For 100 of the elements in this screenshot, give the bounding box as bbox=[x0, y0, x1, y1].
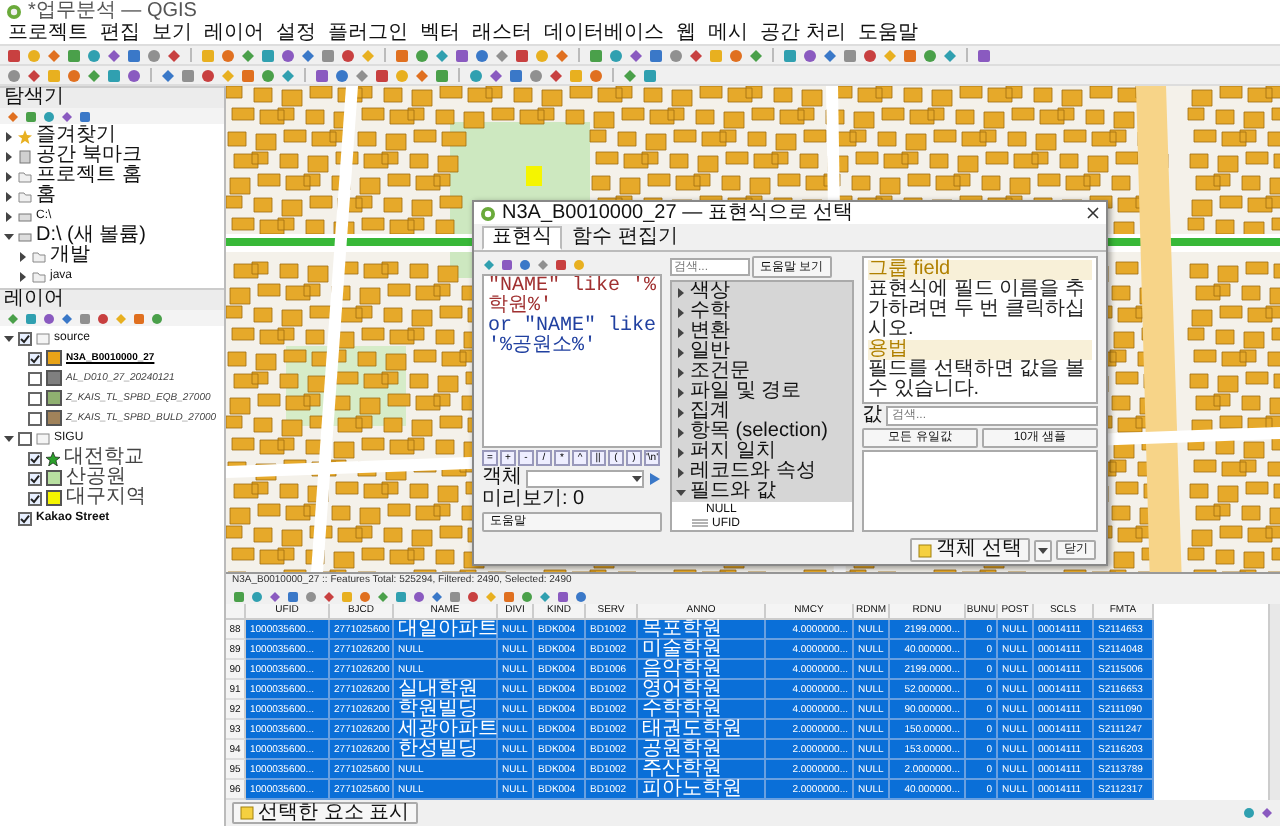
collapsed-caret-icon[interactable] bbox=[676, 307, 686, 317]
square-icon[interactable] bbox=[556, 589, 570, 603]
layer-name[interactable]: 대구지역 bbox=[66, 488, 146, 508]
circle-icon[interactable] bbox=[150, 311, 164, 325]
menu-item[interactable]: 데이터베이스 bbox=[544, 23, 664, 43]
square-icon[interactable] bbox=[448, 589, 462, 603]
tab[interactable]: 표현식 bbox=[482, 226, 562, 250]
circle-icon[interactable] bbox=[520, 589, 534, 603]
circle-icon[interactable] bbox=[668, 47, 684, 63]
square-icon[interactable] bbox=[180, 67, 196, 83]
checkbox[interactable] bbox=[18, 331, 32, 345]
circle-icon[interactable] bbox=[588, 67, 604, 83]
square-icon[interactable] bbox=[508, 67, 524, 83]
expression-editor[interactable]: "NAME" like '%학원%' or "NAME" like '%공원소%' bbox=[482, 274, 662, 448]
diamond-icon[interactable] bbox=[1260, 806, 1274, 820]
expanded-caret-icon[interactable] bbox=[4, 333, 14, 343]
square-icon[interactable] bbox=[286, 589, 300, 603]
collapsed-caret-icon[interactable] bbox=[676, 427, 686, 437]
collapsed-caret-icon[interactable] bbox=[4, 131, 14, 141]
tree-item[interactable]: 프로젝트 홈 bbox=[36, 166, 142, 186]
menu-item[interactable]: 메시 bbox=[708, 23, 748, 43]
menu-item[interactable]: 도움말 bbox=[857, 23, 918, 43]
circle-icon[interactable] bbox=[250, 589, 264, 603]
checkbox[interactable] bbox=[28, 351, 42, 365]
checkbox[interactable] bbox=[28, 411, 42, 425]
menu-item[interactable]: 래스터 bbox=[472, 23, 532, 43]
menu-item[interactable]: 웹 bbox=[676, 23, 696, 43]
menu-item[interactable]: 공간 처리 bbox=[760, 23, 846, 43]
square-icon[interactable] bbox=[502, 589, 516, 603]
collapsed-caret-icon[interactable] bbox=[4, 171, 14, 181]
feature-dropdown[interactable] bbox=[526, 469, 644, 487]
square-icon[interactable] bbox=[78, 311, 92, 325]
square-icon[interactable] bbox=[902, 47, 918, 63]
tree-item[interactable]: 공간 북마크 bbox=[36, 146, 142, 166]
square-icon[interactable] bbox=[500, 257, 514, 271]
circle-icon[interactable] bbox=[468, 67, 484, 83]
square-icon[interactable] bbox=[240, 67, 256, 83]
square-icon[interactable] bbox=[454, 47, 470, 63]
circle-icon[interactable] bbox=[862, 47, 878, 63]
layer-name[interactable]: 산공원 bbox=[66, 468, 126, 488]
square-icon[interactable] bbox=[24, 109, 38, 123]
circle-icon[interactable] bbox=[220, 47, 236, 63]
checkbox[interactable] bbox=[28, 371, 42, 385]
checkbox[interactable] bbox=[28, 451, 42, 465]
square-icon[interactable] bbox=[394, 589, 408, 603]
checkbox[interactable] bbox=[28, 391, 42, 405]
circle-icon[interactable] bbox=[802, 47, 818, 63]
square-icon[interactable] bbox=[554, 257, 568, 271]
collapsed-caret-icon[interactable] bbox=[676, 327, 686, 337]
circle-icon[interactable] bbox=[574, 589, 588, 603]
circle-icon[interactable] bbox=[86, 47, 102, 63]
square-icon[interactable] bbox=[132, 311, 146, 325]
menu-item[interactable]: 플러그인 bbox=[328, 23, 408, 43]
next-icon[interactable] bbox=[648, 471, 662, 485]
expanded-caret-icon[interactable] bbox=[4, 433, 14, 443]
menu-item[interactable]: 레이어 bbox=[204, 23, 264, 43]
circle-icon[interactable] bbox=[358, 589, 372, 603]
circle-icon[interactable] bbox=[66, 67, 82, 83]
collapsed-caret-icon[interactable] bbox=[676, 347, 686, 357]
collapsed-caret-icon[interactable] bbox=[676, 407, 686, 417]
square-icon[interactable] bbox=[260, 47, 276, 63]
collapsed-caret-icon[interactable] bbox=[676, 287, 686, 297]
square-icon[interactable] bbox=[126, 47, 142, 63]
close-icon[interactable] bbox=[1086, 206, 1100, 220]
expanded-caret-icon[interactable] bbox=[676, 487, 686, 497]
collapsed-caret-icon[interactable] bbox=[4, 151, 14, 161]
square-icon[interactable] bbox=[642, 67, 658, 83]
collapsed-caret-icon[interactable] bbox=[676, 447, 686, 457]
square-icon[interactable] bbox=[434, 67, 450, 83]
circle-icon[interactable] bbox=[922, 47, 938, 63]
circle-icon[interactable] bbox=[528, 67, 544, 83]
square-icon[interactable] bbox=[66, 47, 82, 63]
collapsed-caret-icon[interactable] bbox=[676, 467, 686, 477]
square-icon[interactable] bbox=[514, 47, 530, 63]
tab[interactable]: 함수 편집기 bbox=[562, 226, 688, 250]
circle-icon[interactable] bbox=[42, 109, 56, 123]
circle-icon[interactable] bbox=[334, 67, 350, 83]
tree-item[interactable]: D:\ (새 볼륨) bbox=[36, 226, 146, 246]
show-selected-button[interactable]: 선택한 요소 표시 bbox=[232, 802, 418, 824]
circle-icon[interactable] bbox=[474, 47, 490, 63]
circle-icon[interactable] bbox=[1242, 806, 1256, 820]
circle-icon[interactable] bbox=[466, 589, 480, 603]
square-icon[interactable] bbox=[106, 67, 122, 83]
square-icon[interactable] bbox=[782, 47, 798, 63]
menu-item[interactable]: 벡터 bbox=[420, 23, 460, 43]
square-icon[interactable] bbox=[6, 47, 22, 63]
circle-icon[interactable] bbox=[146, 47, 162, 63]
circle-icon[interactable] bbox=[42, 311, 56, 325]
circle-icon[interactable] bbox=[280, 47, 296, 63]
square-icon[interactable] bbox=[374, 67, 390, 83]
square-icon[interactable] bbox=[394, 47, 410, 63]
square-icon[interactable] bbox=[314, 67, 330, 83]
tree-item[interactable]: 개발 bbox=[50, 246, 90, 266]
menu-item[interactable]: 보기 bbox=[152, 23, 192, 43]
circle-icon[interactable] bbox=[412, 589, 426, 603]
select-features-button[interactable]: 객체 선택 bbox=[910, 538, 1030, 562]
circle-icon[interactable] bbox=[518, 257, 532, 271]
circle-icon[interactable] bbox=[608, 47, 624, 63]
collapsed-caret-icon[interactable] bbox=[676, 367, 686, 377]
menu-item[interactable]: 설정 bbox=[276, 23, 316, 43]
